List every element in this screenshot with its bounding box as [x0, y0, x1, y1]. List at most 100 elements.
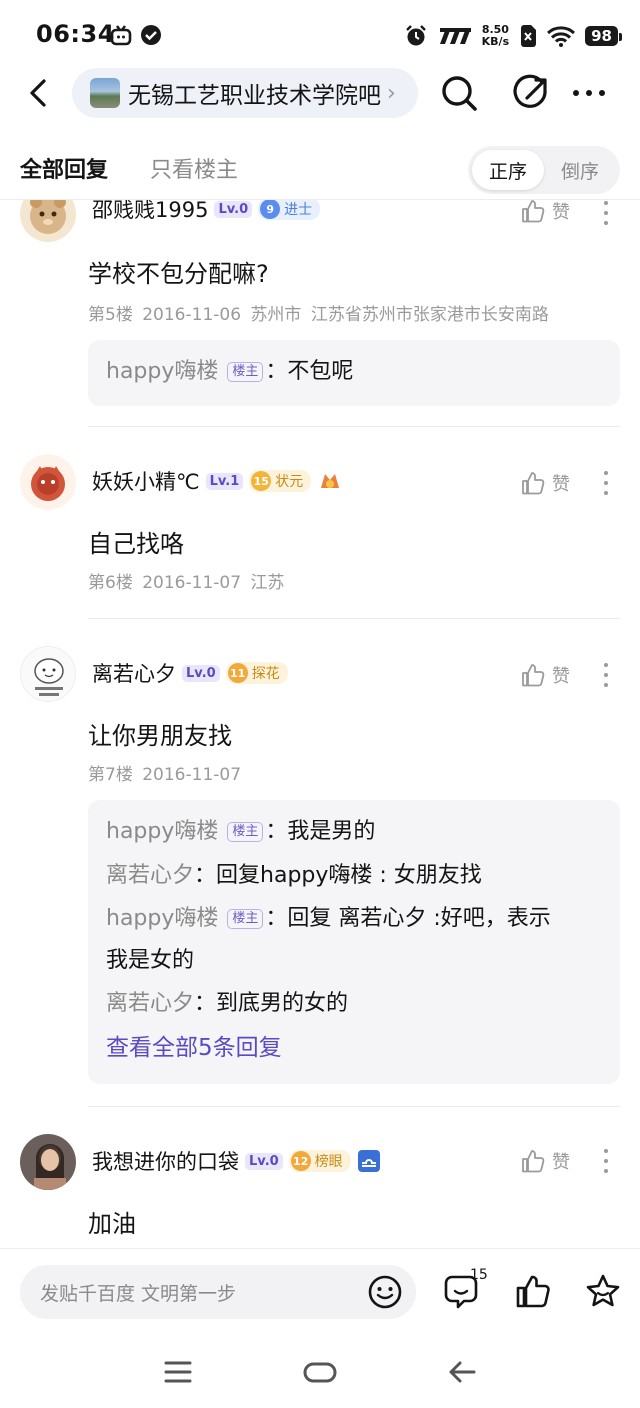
forum-name: 无锡工艺职业技术学院吧 [128, 83, 381, 109]
order-desc-button[interactable]: 倒序 [544, 150, 616, 190]
title-level-number: 15 [251, 471, 272, 491]
sub-reply-author[interactable]: 离若心夕 [106, 863, 194, 888]
title-level-number: 12 [290, 1151, 311, 1171]
back-button[interactable] [22, 76, 56, 110]
sub-reply: 离若心夕：到底男的女的 [106, 991, 349, 1016]
check-badge-icon [141, 25, 161, 45]
post-content: 让你男朋友找 [88, 722, 232, 750]
sub-reply-author[interactable]: happy嗨楼 [106, 819, 218, 844]
thumbs-up-icon [522, 664, 545, 687]
like-label: 赞 [552, 474, 570, 495]
avatar-image [31, 466, 65, 501]
status-bar: 06:34 8.50 KB/s 98 [0, 0, 640, 70]
avatar-image [20, 1134, 76, 1190]
more-options-icon[interactable] [596, 200, 616, 228]
post-meta: 第6楼 2016-11-07 江苏 [88, 568, 284, 593]
comment-count: 15 [470, 1267, 488, 1283]
sub-reply-text: 不包呢 [287, 359, 354, 384]
top-header: 无锡工艺职业技术学院吧 › [0, 66, 640, 120]
sub-reply-text: 我是男的 [287, 819, 376, 844]
user-row: 邵贱贱1995 Lv.0 9 进士 [92, 200, 321, 224]
post-divider [88, 426, 620, 427]
reply-input[interactable]: 发贴千百度 文明第一步 [20, 1265, 416, 1319]
title-name: 榜眼 [314, 1154, 343, 1170]
like-button[interactable]: 赞 [520, 1148, 570, 1174]
username[interactable]: 我想进你的口袋 [92, 1146, 239, 1176]
post-meta: 第5楼 2016-11-06 苏州市 江苏省苏州市张家港市长安南路 [88, 300, 549, 325]
thumbs-up-icon [522, 1150, 545, 1173]
post-location: 江苏 [250, 573, 285, 593]
sub-reply-text: 回复 离若心夕 :好吧，表示 [287, 906, 551, 931]
title-level-number: 9 [260, 200, 281, 219]
username[interactable]: 妖妖小精℃ [92, 466, 200, 496]
reply-post: 离若心夕 Lv.0 11 探花 赞 让你男朋友找 第7楼 2016-11-07 … [0, 630, 640, 1108]
tv-icon [110, 25, 132, 46]
order-toggle: 正序 倒序 [468, 146, 620, 194]
user-row: 离若心夕 Lv.0 11 探花 [92, 658, 288, 688]
sub-reply-author[interactable]: 离若心夕 [106, 991, 194, 1016]
post-meta: 第7楼 2016-11-07 [88, 760, 241, 785]
username[interactable]: 离若心夕 [92, 658, 176, 688]
bottom-action-bar: 发贴千百度 文明第一步 15 [0, 1248, 640, 1334]
view-all-replies-link[interactable]: 查看全部5条回复 [106, 1026, 602, 1070]
title-name: 进士 [284, 202, 313, 218]
thumbs-up-icon [522, 200, 545, 223]
more-options-icon[interactable] [596, 660, 616, 690]
more-options-icon[interactable] [596, 1146, 616, 1176]
avatar[interactable] [20, 200, 76, 242]
forum-link[interactable]: 无锡工艺职业技术学院吧 › [72, 68, 418, 118]
status-time: 06:34 [36, 20, 115, 48]
reply-post: 我想进你的口袋 Lv.0 12 榜眼 赞 加油 [0, 1120, 640, 1248]
title-name: 状元 [275, 474, 304, 490]
username[interactable]: 邵贱贱1995 [92, 200, 208, 224]
title-badge: 15 状元 [249, 470, 312, 492]
more-options-icon[interactable] [596, 468, 616, 498]
home-nav-button[interactable] [300, 1352, 340, 1392]
floor-number: 第6楼 [88, 573, 133, 593]
status-right: 8.50 KB/s 98 [404, 20, 622, 52]
no-sim-icon [521, 25, 537, 47]
thumbs-up-button[interactable] [512, 1271, 554, 1313]
sub-reply-author[interactable]: happy嗨楼 [106, 906, 218, 931]
libra-zodiac-icon [357, 1150, 380, 1172]
avatar-image [20, 200, 76, 242]
reply-list[interactable]: 邵贱贱1995 Lv.0 9 进士 赞 学校不包分配嘛? 第5楼 2016-11… [0, 200, 640, 1248]
tab-all-replies[interactable]: 全部回复 [20, 152, 108, 184]
like-button[interactable]: 赞 [520, 662, 570, 688]
post-date: 2016-11-07 [142, 573, 242, 593]
sub-reply-author[interactable]: happy嗨楼 [106, 359, 218, 384]
sub-reply-text: 回复happy嗨楼 : 女朋友找 [216, 863, 482, 888]
more-menu-button[interactable] [568, 72, 610, 114]
avatar[interactable] [20, 1134, 76, 1190]
title-badge: 9 进士 [258, 200, 321, 220]
floor-number: 第5楼 [88, 305, 133, 325]
post-location: 苏州市 江苏省苏州市张家港市长安南路 [250, 305, 549, 325]
share-button[interactable] [511, 72, 553, 114]
post-content: 加油 [88, 1210, 136, 1238]
avatar-image [34, 658, 64, 696]
menu-nav-button[interactable] [158, 1352, 198, 1392]
avatar[interactable] [20, 646, 76, 702]
favorite-star-button[interactable] [582, 1271, 624, 1313]
search-button[interactable] [438, 72, 480, 114]
back-nav-button[interactable] [442, 1352, 482, 1392]
level-badge: Lv.1 [205, 472, 244, 490]
sub-reply: happy嗨楼 楼主 ：我是男的 [106, 819, 376, 844]
net-speed: 8.50 KB/s [482, 24, 509, 48]
level-badge: Lv.0 [182, 664, 220, 682]
sub-reply-box[interactable]: happy嗨楼 楼主 ：我是男的 离若心夕：回复happy嗨楼 : 女朋友找 ha… [88, 800, 620, 1084]
battery-indicator: 98 [585, 26, 622, 46]
tab-owner-only[interactable]: 只看楼主 [150, 152, 238, 184]
like-button[interactable]: 赞 [520, 200, 570, 224]
like-label: 赞 [552, 1152, 570, 1173]
reply-input-placeholder: 发贴千百度 文明第一步 [40, 1282, 237, 1305]
like-label: 赞 [552, 202, 570, 223]
avatar[interactable] [20, 454, 76, 510]
user-row: 妖妖小精℃ Lv.1 15 状元 [92, 466, 343, 496]
emoji-button[interactable] [366, 1273, 404, 1311]
reply-post: 邵贱贱1995 Lv.0 9 进士 赞 学校不包分配嘛? 第5楼 2016-11… [0, 200, 640, 428]
order-asc-button[interactable]: 正序 [472, 150, 544, 190]
sub-reply-box[interactable]: happy嗨楼 楼主 ：不包呢 [88, 340, 620, 406]
sub-reply: 离若心夕：回复happy嗨楼 : 女朋友找 [106, 863, 482, 888]
like-button[interactable]: 赞 [520, 470, 570, 496]
